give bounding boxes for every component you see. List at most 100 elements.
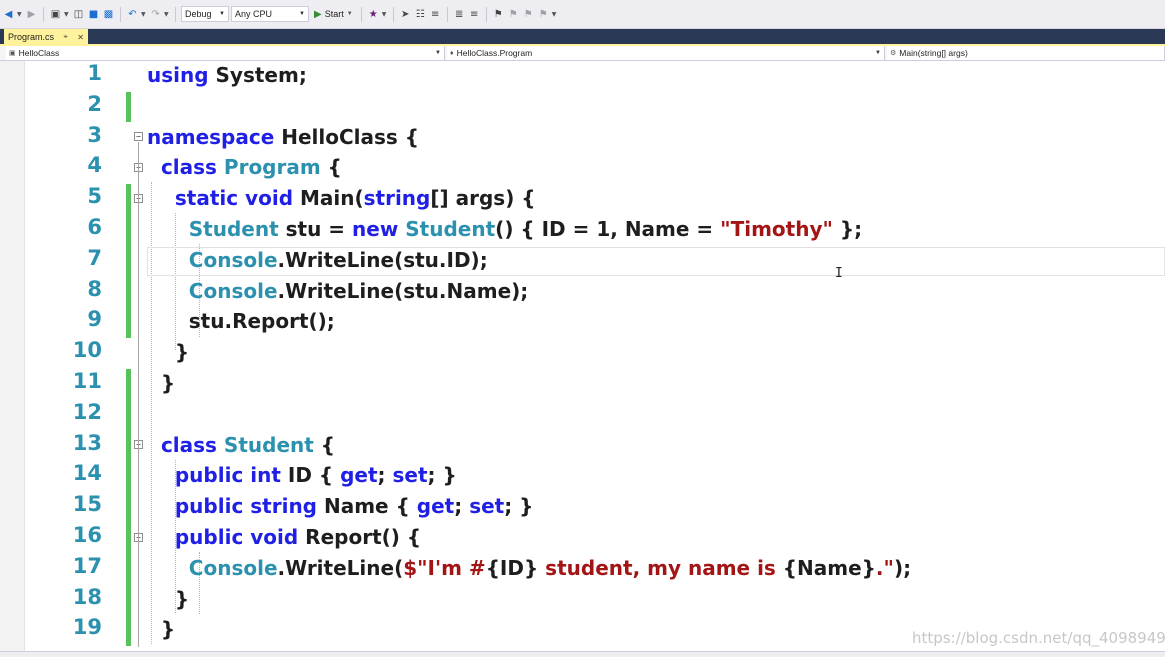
status-strip	[0, 651, 1165, 657]
code-line[interactable]: class Program {	[147, 153, 342, 181]
save-icon[interactable]: ■	[87, 8, 100, 21]
step-icon[interactable]: ➤	[399, 8, 412, 21]
chevron-down-icon: ▼	[346, 11, 353, 17]
code-line[interactable]: public int ID { get; set; }	[147, 461, 457, 489]
browser-dropdown-icon[interactable]: ▼	[382, 11, 388, 18]
keyword-token: class	[160, 432, 217, 457]
code-line[interactable]: stu.Report();	[147, 307, 335, 335]
line-number: 17	[72, 553, 102, 578]
code-line[interactable]: public string Name { get; set; }	[147, 492, 534, 520]
new-project-icon[interactable]: ▣	[49, 8, 62, 21]
undo-dropdown-icon[interactable]: ▼	[141, 11, 147, 18]
code-line[interactable]: }	[147, 585, 189, 613]
code-line[interactable]: }	[147, 615, 175, 643]
keyword-token: new	[352, 217, 399, 241]
code-line[interactable]: Student stu = new Student() { ID = 1, Na…	[147, 215, 862, 243]
solution-platform-select[interactable]: Any CPU ▼	[231, 6, 309, 22]
keyword-token: public int	[174, 463, 281, 488]
class-icon: ♦	[450, 49, 454, 57]
start-button[interactable]: ▶ Start ▼	[311, 9, 356, 20]
member-dropdown[interactable]: ⚙ Main(string[] args)	[887, 46, 1165, 60]
change-indicator	[126, 184, 131, 338]
code-token: stu =	[278, 217, 353, 241]
browser-link-icon[interactable]: ★	[367, 8, 380, 21]
code-line[interactable]: Console.WriteLine($"I'm #{ID} student, m…	[147, 554, 911, 582]
save-all-icon[interactable]: ▩	[102, 8, 115, 21]
solution-platform-value: Any CPU	[235, 9, 273, 19]
toolbar-overflow-icon[interactable]: ▼	[552, 11, 558, 18]
line-number: 6	[87, 215, 102, 239]
solution-config-value: Debug	[185, 9, 212, 19]
code-token: ;	[377, 463, 393, 488]
format-icon[interactable]: ≡	[429, 8, 442, 21]
code-line[interactable]: class Student {	[147, 431, 335, 459]
code-token: [] args) {	[430, 186, 536, 211]
member-name: Main(string[] args)	[899, 48, 968, 58]
project-icon: ▣	[9, 50, 16, 57]
code-line[interactable]: using System;	[147, 61, 307, 89]
class-dropdown[interactable]: ♦ HelloClass.Program ▼	[447, 46, 885, 60]
code-token: {Name}	[782, 555, 876, 580]
code-token: {	[313, 432, 336, 457]
pin-icon[interactable]: ⌖	[63, 32, 68, 42]
type-token: Console	[188, 247, 278, 272]
keyword-token: get	[416, 494, 455, 519]
code-line[interactable]: namespace HelloClass {	[147, 123, 419, 151]
code-line[interactable]: Console.WriteLine(stu.ID);	[147, 246, 488, 274]
toolbar-separator	[485, 6, 487, 22]
uncomment-icon[interactable]: ≡	[468, 8, 481, 21]
bookmark-icon[interactable]: ⚑	[492, 8, 505, 21]
line-number: 4	[87, 153, 102, 178]
toolbar-separator	[360, 6, 362, 22]
indicator-margin[interactable]	[0, 61, 25, 651]
collapse-namespace-icon[interactable]: −	[134, 132, 143, 141]
tab-program-cs[interactable]: Program.cs ⌖ ✕	[4, 29, 88, 45]
type-token: Student	[223, 432, 314, 457]
close-icon[interactable]: ✕	[77, 33, 84, 42]
open-file-icon[interactable]: ◫	[72, 8, 85, 21]
code-token: HelloClass {	[274, 124, 420, 149]
new-dropdown-icon[interactable]: ▼	[64, 11, 70, 18]
next-bookmark-icon[interactable]: ⚑	[522, 8, 535, 21]
project-dropdown[interactable]: ▣ HelloClass ▼	[6, 46, 445, 60]
chevron-down-icon: ▼	[299, 11, 305, 17]
document-tab-strip: Program.cs ⌖ ✕	[0, 29, 1165, 45]
code-line[interactable]: }	[147, 338, 189, 366]
undo-icon[interactable]: ↶	[126, 8, 139, 21]
code-line[interactable]: static void Main(string[] args) {	[147, 184, 536, 212]
code-token: ; }	[504, 494, 534, 519]
line-number: 12	[72, 399, 102, 424]
code-token: () { ID = 1, Name =	[495, 217, 721, 241]
clear-bookmarks-icon[interactable]: ⚑	[537, 8, 550, 21]
line-number: 14	[72, 461, 102, 486]
redo-icon[interactable]: ↷	[149, 8, 162, 21]
chevron-down-icon: ▼	[435, 50, 441, 56]
code-line[interactable]: public void Report() {	[147, 523, 421, 551]
code-editor[interactable]: 12345678910111213141516171819 − − − − − …	[0, 61, 1165, 651]
navigate-back-icon[interactable]: ◀	[2, 8, 15, 21]
code-line[interactable]: }	[147, 369, 175, 397]
code-token: .WriteLine(	[277, 555, 404, 580]
redo-dropdown-icon[interactable]: ▼	[164, 11, 170, 18]
comment-icon[interactable]: ≣	[453, 8, 466, 21]
code-line[interactable]: Console.WriteLine(stu.Name);	[147, 277, 529, 305]
back-dropdown-icon[interactable]: ▼	[17, 11, 23, 18]
class-name: HelloClass.Program	[456, 48, 533, 58]
solution-config-select[interactable]: Debug ▼	[181, 6, 229, 22]
toolbar-separator	[175, 6, 176, 22]
keyword-token: string	[363, 186, 431, 211]
previous-bookmark-icon[interactable]: ⚑	[507, 8, 520, 21]
code-token: }	[147, 371, 176, 395]
navigate-forward-icon[interactable]: ▶	[25, 8, 38, 21]
code-token: Main(	[293, 186, 364, 211]
change-indicator	[126, 92, 131, 122]
show-threads-icon[interactable]: ☷	[414, 8, 427, 21]
